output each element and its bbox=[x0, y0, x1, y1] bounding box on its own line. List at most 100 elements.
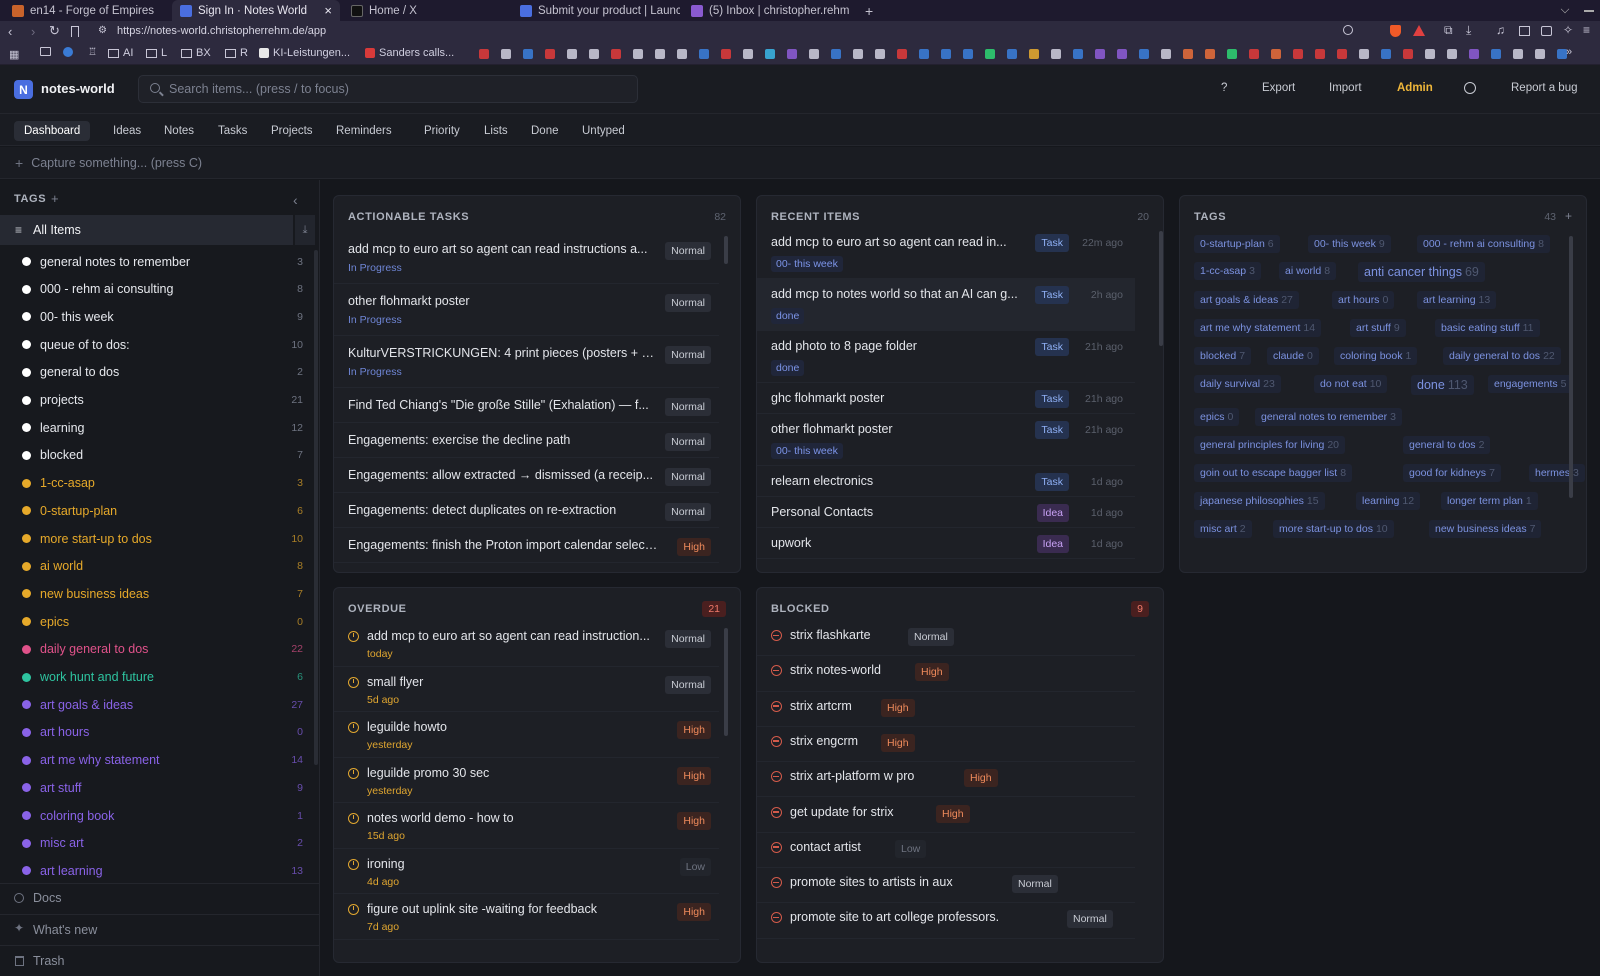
blocked-row[interactable]: promote site to art college professors. N… bbox=[757, 903, 1135, 939]
bookmark-favicon-icon[interactable] bbox=[897, 49, 907, 59]
blocked-row[interactable]: strix artcrm High bbox=[757, 692, 1135, 727]
sidebar-tag-item[interactable]: projects 21 bbox=[0, 387, 310, 414]
tab-untyped[interactable]: Untyped bbox=[572, 121, 635, 141]
bookmark-favicon-icon[interactable] bbox=[743, 49, 753, 59]
bookmark-favicon-icon[interactable] bbox=[1469, 49, 1479, 59]
blocked-row[interactable]: strix art-platform w pro High bbox=[757, 762, 1135, 798]
tag-chip[interactable]: general principles for living 20 bbox=[1194, 436, 1346, 454]
bookmark-favicon-icon[interactable] bbox=[677, 49, 687, 59]
sidebar-tag-item[interactable]: new business ideas 7 bbox=[0, 580, 310, 607]
overdue-row[interactable]: figure out uplink site -waiting for feed… bbox=[334, 894, 719, 940]
reload-icon[interactable]: ↻ bbox=[49, 23, 60, 39]
bookmark-favicon-icon[interactable] bbox=[611, 49, 621, 59]
browser-tab[interactable]: Submit your product | Launc bbox=[512, 0, 680, 21]
sidebar-toggle-icon[interactable] bbox=[1519, 26, 1530, 36]
tag-chip[interactable]: art hours 0 bbox=[1332, 291, 1395, 309]
tag-chip[interactable]: longer term plan 1 bbox=[1441, 492, 1538, 510]
task-row[interactable]: Engagements: exercise the decline path No… bbox=[334, 423, 719, 458]
recent-item-row[interactable]: relearn electronics Task 1d ago bbox=[757, 466, 1135, 497]
sidebar-tag-item[interactable]: general notes to remember 3 bbox=[0, 248, 310, 275]
task-row[interactable]: KulturVERSTRICKUNGEN: 4 print pieces (po… bbox=[334, 336, 719, 388]
tab-projects[interactable]: Projects bbox=[261, 121, 323, 141]
tag-chip[interactable]: ai world 8 bbox=[1279, 262, 1337, 280]
menu-icon[interactable]: ≡ bbox=[1583, 23, 1590, 37]
sidebar-scrollbar[interactable] bbox=[314, 250, 318, 765]
app-logo-icon[interactable]: N bbox=[14, 80, 33, 99]
bookmark-favicon-icon[interactable] bbox=[787, 49, 797, 59]
tag-chip[interactable]: 0-startup-plan 6 bbox=[1194, 235, 1280, 253]
bookmark-folder-bx[interactable]: BX bbox=[181, 47, 211, 59]
download-icon[interactable]: ⤓ bbox=[1466, 23, 1471, 38]
tag-chip[interactable]: done 113 bbox=[1411, 375, 1474, 395]
bookmark-icon[interactable] bbox=[71, 26, 79, 37]
tag-chip[interactable]: japanese philosophies 15 bbox=[1194, 492, 1325, 510]
tag-chip[interactable]: do not eat 10 bbox=[1314, 375, 1388, 393]
bookmark-favicon-icon[interactable] bbox=[919, 49, 929, 59]
bookmark-favicon-icon[interactable] bbox=[1535, 49, 1545, 59]
tag-chip[interactable]: engagements 5 bbox=[1488, 375, 1573, 393]
card-scrollbar[interactable] bbox=[724, 628, 728, 736]
search-input[interactable]: Search items... (press / to focus) bbox=[138, 75, 638, 103]
leo-icon[interactable]: ✧ bbox=[1563, 23, 1573, 37]
tag-chip[interactable]: new business ideas 7 bbox=[1429, 520, 1542, 538]
tag-chip[interactable]: good for kidneys 7 bbox=[1403, 464, 1501, 482]
docs-link[interactable]: Docs bbox=[0, 883, 320, 914]
recent-item-row[interactable]: add mcp to euro art so agent can read in… bbox=[757, 227, 1135, 279]
blocked-row[interactable]: strix notes-world High bbox=[757, 656, 1135, 692]
blocked-row[interactable]: contact artist Low bbox=[757, 833, 1135, 869]
tab-dashboard[interactable]: Dashboard bbox=[14, 121, 91, 141]
app-name[interactable]: notes-world bbox=[41, 81, 115, 96]
add-tag-button[interactable]: + bbox=[51, 191, 59, 206]
tag-chip[interactable]: art goals & ideas 27 bbox=[1194, 291, 1299, 309]
bookmark-favicon-icon[interactable] bbox=[1051, 49, 1061, 59]
tab-tasks[interactable]: Tasks bbox=[208, 121, 257, 141]
bookmark-favicon-icon[interactable] bbox=[567, 49, 577, 59]
recent-item-row[interactable]: other flohmarkt poster 00- this week Task 2… bbox=[757, 414, 1135, 466]
bookmark-favicon-icon[interactable] bbox=[655, 49, 665, 59]
sidebar-tag-item[interactable]: 000 - rehm ai consulting 8 bbox=[0, 276, 310, 303]
overdue-row[interactable]: add mcp to euro art so agent can read in… bbox=[334, 621, 719, 667]
recent-item-tag[interactable]: 00- this week bbox=[771, 443, 843, 459]
bookmark-favicon-icon[interactable] bbox=[479, 49, 489, 59]
bookmark-favicon-icon[interactable] bbox=[1425, 49, 1435, 59]
overdue-row[interactable]: ironing 4d ago Low bbox=[334, 849, 719, 894]
tag-chip[interactable]: learning 12 bbox=[1356, 492, 1421, 510]
bookmark-favicon-icon[interactable] bbox=[1095, 49, 1105, 59]
download-tags-icon[interactable]: ⤓ bbox=[295, 215, 315, 245]
overdue-row[interactable]: notes world demo - how to 15d ago High bbox=[334, 803, 719, 849]
bookmark-ki-leistungen[interactable]: KI-Leistungen... bbox=[259, 47, 350, 59]
blocked-row[interactable]: strix flashkarte Normal bbox=[757, 621, 1135, 657]
sidebar-tag-item[interactable]: general to dos 2 bbox=[0, 359, 310, 386]
bookmark-favicon-icon[interactable] bbox=[831, 49, 841, 59]
bookmark-favicon-icon[interactable] bbox=[1293, 49, 1303, 59]
bookmark-favicon-icon[interactable] bbox=[875, 49, 885, 59]
bookmark-favicon-icon[interactable] bbox=[633, 49, 643, 59]
rewards-icon[interactable] bbox=[1413, 25, 1425, 36]
bookmark-favicon-icon[interactable] bbox=[1491, 49, 1501, 59]
url-field[interactable]: https://notes-world.christopherrehm.de/a… bbox=[117, 25, 326, 37]
bookmark-favicon-icon[interactable] bbox=[1513, 49, 1523, 59]
bookmark-folder-l[interactable]: L bbox=[146, 47, 167, 59]
recent-item-row[interactable]: upwork Idea 1d ago bbox=[757, 528, 1135, 559]
media-icon[interactable]: ♫ bbox=[1496, 23, 1505, 37]
tag-chip[interactable]: epics 0 bbox=[1194, 408, 1240, 426]
tab-done[interactable]: Done bbox=[521, 121, 569, 141]
zoom-icon[interactable] bbox=[1343, 25, 1353, 35]
tab-reminders[interactable]: Reminders bbox=[326, 121, 402, 141]
task-row[interactable]: Find Ted Chiang's "Die große Stille" (Ex… bbox=[334, 388, 719, 423]
sidebar-tag-item[interactable]: blocked 7 bbox=[0, 442, 310, 469]
overdue-row[interactable]: leguilde promo 30 sec yesterday High bbox=[334, 758, 719, 803]
sidebar-tag-item[interactable]: art stuff 9 bbox=[0, 774, 310, 801]
bookmark-folder-r[interactable]: R bbox=[225, 47, 248, 59]
task-row[interactable]: Engagements: finish the Proton import ca… bbox=[334, 528, 719, 563]
bookmark-favicon-icon[interactable] bbox=[1227, 49, 1237, 59]
card-scrollbar[interactable] bbox=[1159, 231, 1163, 346]
card-scrollbar[interactable] bbox=[724, 236, 728, 264]
overdue-row[interactable]: leguilde howto yesterday High bbox=[334, 712, 719, 758]
bookmark-favicon-icon[interactable] bbox=[941, 49, 951, 59]
whats-new-link[interactable]: ✦ What's new bbox=[0, 914, 320, 945]
sidebar-tag-item[interactable]: more start-up to dos 10 bbox=[0, 525, 310, 552]
tab-notes[interactable]: Notes bbox=[154, 121, 204, 141]
bookmark-favicon-icon[interactable] bbox=[1117, 49, 1127, 59]
sidebar-tag-item[interactable]: daily general to dos 22 bbox=[0, 636, 310, 663]
